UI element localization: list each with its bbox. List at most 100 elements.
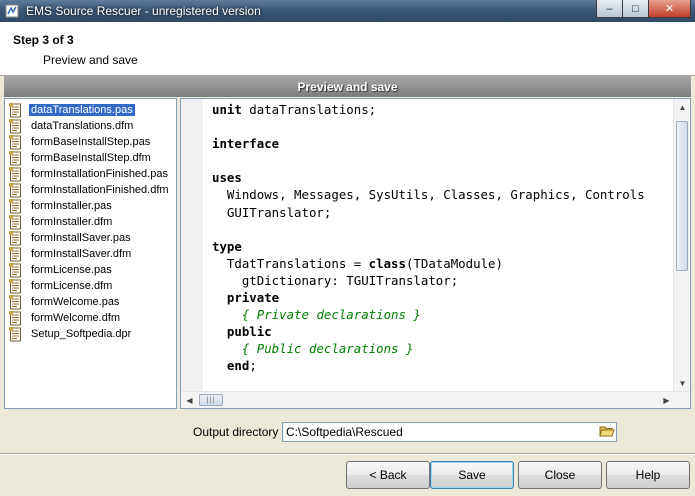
code-comment: { Public declarations } [241,341,414,357]
file-icon [8,278,24,294]
file-item[interactable]: formBaseInstallStep.dfm [8,150,153,166]
title-bar[interactable]: EMS Source Rescuer - unregistered versio… [0,0,695,22]
file-icon [8,310,24,326]
code-keyword: type [212,238,242,254]
file-item[interactable]: formInstallationFinished.dfm [8,182,171,198]
file-icon [8,102,24,118]
file-item[interactable]: formInstallSaver.dfm [8,246,133,262]
file-item[interactable]: formInstallSaver.pas [8,230,133,246]
file-item[interactable]: formInstallationFinished.pas [8,166,170,182]
code-text[interactable]: unit dataTranslations; interface uses Wind… [212,101,672,391]
code-keyword: uses [212,170,242,186]
file-list[interactable]: dataTranslations.pas dataTranslations.dfm… [4,98,177,409]
code-keyword: unit [212,102,242,117]
step-header: Step 3 of 3 Preview and save [0,22,695,76]
code-comment: { Private declarations } [241,307,421,323]
file-item[interactable]: formWelcome.dfm [8,310,122,326]
file-name: formLicense.dfm [31,280,113,292]
code-token: GUITranslator; [212,204,332,220]
code-keyword: private [226,290,280,306]
file-icon [8,134,24,150]
file-item[interactable]: formWelcome.pas [8,294,121,310]
code-line: uses [212,169,672,186]
output-directory-field[interactable] [282,422,617,442]
file-icon [8,262,24,278]
code-line: interface [212,135,672,152]
vertical-scroll-thumb[interactable] [676,121,688,271]
horizontal-scrollbar[interactable]: ◀ ||| ▶ [181,391,690,408]
code-keyword: class [368,255,406,271]
code-line: { Private declarations } [212,306,672,323]
close-button[interactable]: Close [518,461,602,489]
scroll-up-icon[interactable]: ▲ [674,99,690,116]
step-subtitle: Preview and save [43,53,138,67]
file-name: formInstaller.pas [31,200,112,212]
code-line: TdatTranslations = class(TDataModule) [212,255,672,272]
file-item[interactable]: dataTranslations.dfm [8,118,135,134]
app-icon [4,3,20,19]
file-item[interactable]: formInstaller.pas [8,198,114,214]
code-line: gtDictionary: TGUITranslator; [212,272,672,289]
close-icon: ✕ [664,3,675,15]
file-icon [8,182,24,198]
file-name: formWelcome.dfm [31,312,121,324]
maximize-button[interactable]: □ [622,0,649,18]
code-keyword: end [226,358,250,374]
divider [0,453,695,455]
file-item[interactable]: Setup_Softpedia.dpr [8,326,133,342]
file-name: formInstallationFinished.dfm [31,184,169,196]
file-name: formBaseInstallStep.pas [31,136,151,148]
folder-open-icon [598,424,615,441]
output-directory-input[interactable] [283,423,593,441]
file-name: formInstallationFinished.pas [31,168,168,180]
browse-button[interactable] [598,424,615,440]
editor-gutter [181,99,203,392]
code-line: Windows, Messages, SysUtils, Classes, Gr… [212,186,672,203]
file-icon [8,230,24,246]
file-icon [8,166,24,182]
scroll-left-icon[interactable]: ◀ [181,392,198,408]
code-token: dataTranslations; [241,102,377,117]
file-name: formWelcome.pas [31,296,120,308]
code-keyword: interface [212,136,280,152]
back-button[interactable]: < Back [346,461,430,489]
panel-header: Preview and save [4,76,691,97]
output-directory-label: Output directory [193,425,279,439]
file-icon [8,150,24,166]
save-button[interactable]: Save [430,461,514,489]
minimize-button[interactable]: – [596,0,623,18]
code-token: gtDictionary: TGUITranslator; [212,272,459,288]
scroll-down-icon[interactable]: ▼ [674,375,690,392]
file-item[interactable]: formLicense.pas [8,262,114,278]
code-line: { Public declarations } [212,340,672,357]
vertical-scrollbar[interactable]: ▲ ▼ [673,99,690,392]
file-name: formBaseInstallStep.dfm [31,152,151,164]
file-icon [8,294,24,310]
minimize-icon: – [606,2,613,15]
step-title: Step 3 of 3 [13,33,74,47]
file-name: formLicense.pas [31,264,112,276]
file-item[interactable]: formInstaller.dfm [8,214,114,230]
file-name: formInstaller.dfm [31,216,113,228]
code-preview[interactable]: unit dataTranslations; interface uses Wind… [180,98,691,409]
file-icon [8,214,24,230]
help-button[interactable]: Help [606,461,690,489]
file-name: dataTranslations.dfm [31,120,134,132]
scroll-right-icon[interactable]: ▶ [658,392,675,408]
code-line: private [212,289,672,306]
maximize-icon: □ [632,2,639,15]
code-line: unit dataTranslations; [212,101,672,118]
file-icon [8,118,24,134]
file-item[interactable]: formLicense.dfm [8,278,114,294]
close-window-button[interactable]: ✕ [648,0,691,18]
code-line: GUITranslator; [212,204,672,221]
file-icon [8,198,24,214]
file-item[interactable]: formBaseInstallStep.pas [8,134,152,150]
horizontal-scroll-thumb[interactable]: ||| [199,394,223,406]
file-item[interactable]: dataTranslations.pas [8,102,135,118]
